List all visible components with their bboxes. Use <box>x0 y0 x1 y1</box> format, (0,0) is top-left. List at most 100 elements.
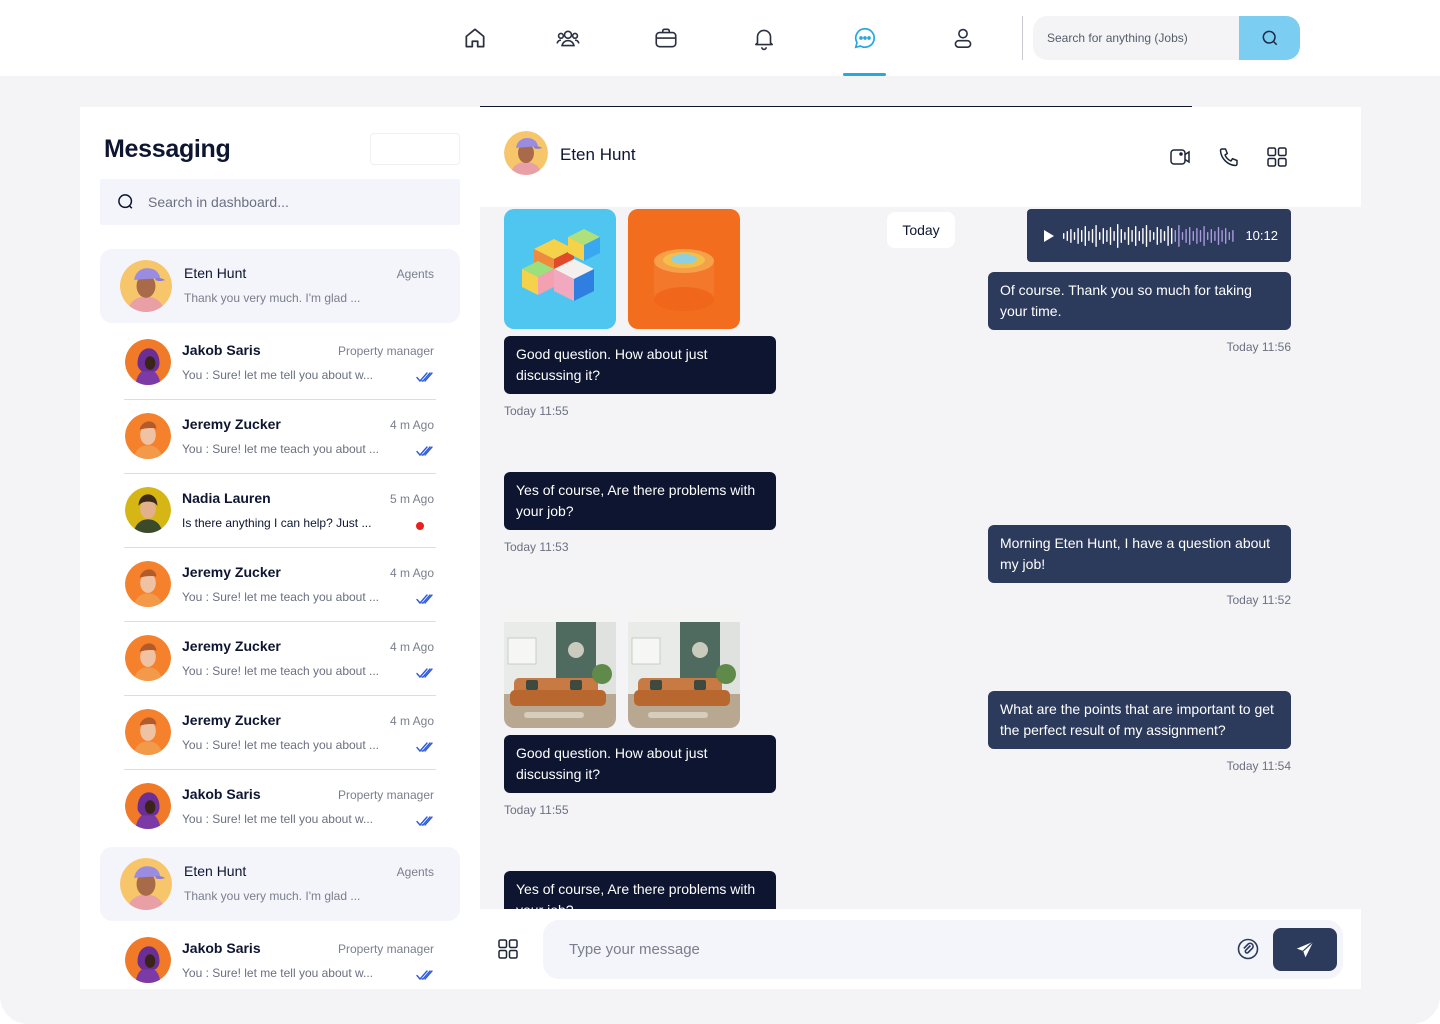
conversation-name: Jeremy Zucker <box>182 712 281 728</box>
incoming-message: Yes of course, Are there problems with y… <box>504 871 776 909</box>
conversation-meta: 4 m Ago <box>389 640 434 654</box>
conversation-item[interactable]: Eten Hunt Agents Thank you very much. I'm … <box>100 847 460 921</box>
more-options-button[interactable] <box>1263 143 1291 171</box>
incoming-message: Yes of course, Are there problems with y… <box>504 472 776 530</box>
waveform-bar <box>1145 225 1148 247</box>
contact-avatar[interactable] <box>504 131 548 175</box>
waveform-bar <box>1084 226 1086 246</box>
read-receipt-icon <box>416 740 434 758</box>
message-composer <box>480 909 1361 989</box>
outgoing-message: Of course. Thank you so much for taking … <box>988 272 1291 330</box>
send-button[interactable] <box>1273 928 1337 971</box>
conversation-meta: Agents <box>396 865 434 879</box>
conversation-meta: 4 m Ago <box>389 566 434 580</box>
read-receipt-icon <box>416 444 434 462</box>
nav-divider <box>1022 16 1023 60</box>
waveform-bar <box>1153 232 1155 240</box>
conversation-divider <box>124 399 436 400</box>
read-receipt-icon <box>416 814 434 832</box>
cylinder-image <box>628 209 740 329</box>
conversation-item[interactable]: Jakob Saris Property manager You : Sure! l… <box>100 326 460 400</box>
home-icon[interactable] <box>453 18 497 58</box>
conversation-item[interactable]: Jeremy Zucker 4 m Ago You : Sure! let me t… <box>100 695 460 770</box>
message-image[interactable] <box>504 608 616 728</box>
chat-icon[interactable] <box>843 18 887 58</box>
conversation-item[interactable]: Jeremy Zucker 4 m Ago You : Sure! let me t… <box>100 547 460 622</box>
conversation-item[interactable]: Jeremy Zucker 4 m Ago You : Sure! let me t… <box>100 399 460 474</box>
active-tab-indicator <box>843 73 886 76</box>
phone-call-button[interactable] <box>1215 143 1243 171</box>
dashboard-search-input[interactable] <box>148 179 448 225</box>
app-frame: Messaging Eten Hunt Agents Thank you very … <box>0 0 1440 1024</box>
bell-icon[interactable] <box>742 18 786 58</box>
day-separator: Today <box>887 212 955 248</box>
conversation-name: Nadia Lauren <box>182 490 271 506</box>
message-timestamp: Today 11:53 <box>504 540 569 554</box>
message-image[interactable] <box>628 209 740 329</box>
conversation-item[interactable]: Jakob Saris Property manager You : Sure! l… <box>100 769 460 844</box>
waveform-bar <box>1138 231 1140 241</box>
conversation-item[interactable]: Eten Hunt Agents Thank you very much. I'm … <box>100 249 460 323</box>
avatar <box>125 413 171 459</box>
conversation-name: Jakob Saris <box>182 342 261 358</box>
conversation-preview: Thank you very much. I'm glad ... <box>184 291 361 305</box>
waveform-bar <box>1063 233 1065 239</box>
voice-message: 10:12 <box>1027 209 1291 262</box>
apps-grid-icon[interactable] <box>496 937 520 961</box>
waveform-bar <box>1174 230 1176 242</box>
incoming-message: Good question. How about just discussing… <box>504 336 776 394</box>
global-search-button[interactable] <box>1239 16 1300 60</box>
message-thread: Today 10:12 Good question. How about jus… <box>480 207 1361 909</box>
conversation-item[interactable]: Jeremy Zucker 4 m Ago You : Sure! let me t… <box>100 621 460 696</box>
waveform-bar <box>1106 230 1108 242</box>
waveform-bar <box>1232 230 1234 242</box>
waveform-bar <box>1171 228 1173 244</box>
waveform-bar <box>1181 232 1184 240</box>
voice-duration: 10:12 <box>1245 228 1278 243</box>
waveform-bar <box>1221 230 1223 242</box>
waveform-bar <box>1099 232 1101 240</box>
waveform-bar <box>1091 229 1094 243</box>
waveform-bar <box>1127 227 1130 245</box>
message-timestamp: Today 11:56 <box>1226 340 1292 354</box>
chat-header: Eten Hunt <box>480 107 1361 207</box>
conversation-name: Jeremy Zucker <box>182 416 281 432</box>
waveform-bar <box>1196 228 1198 244</box>
avatar <box>125 783 171 829</box>
waveform-bar <box>1199 230 1202 242</box>
conversation-divider <box>124 547 436 548</box>
conversation-name: Jakob Saris <box>182 940 261 956</box>
attachment-icon[interactable] <box>1236 937 1260 961</box>
video-call-button[interactable] <box>1166 143 1194 171</box>
user-icon[interactable] <box>941 18 985 58</box>
conversation-divider <box>124 695 436 696</box>
conversation-preview: You : Sure! let me teach you about ... <box>182 442 380 456</box>
message-image[interactable] <box>504 209 616 329</box>
conversation-item[interactable]: Jakob Saris Property manager You : Sure! l… <box>100 924 460 989</box>
waveform-bar <box>1113 231 1115 241</box>
audio-waveform[interactable] <box>1063 223 1239 249</box>
conversation-divider <box>124 473 436 474</box>
read-receipt-icon <box>416 666 434 684</box>
contact-name: Eten Hunt <box>560 145 636 164</box>
global-search-input[interactable] <box>1033 16 1239 60</box>
message-image[interactable] <box>628 608 740 728</box>
conversation-item[interactable]: Nadia Lauren 5 m Ago Is there anything I c… <box>100 473 460 548</box>
global-search <box>1033 16 1300 60</box>
conversation-name: Jeremy Zucker <box>182 638 281 654</box>
conversation-preview: Thank you very much. I'm glad ... <box>184 889 361 903</box>
top-navigation <box>0 0 1440 76</box>
conversation-preview: You : Sure! let me teach you about ... <box>182 664 380 678</box>
conversation-name: Jakob Saris <box>182 786 261 802</box>
message-input[interactable] <box>569 920 1209 979</box>
avatar <box>125 635 171 681</box>
play-icon[interactable] <box>1043 229 1055 243</box>
living-room-image <box>504 608 616 728</box>
waveform-bar <box>1142 228 1144 244</box>
waveform-bar <box>1185 229 1187 243</box>
people-icon[interactable] <box>546 18 590 58</box>
conversation-preview: You : Sure! let me teach you about ... <box>182 590 380 604</box>
briefcase-icon[interactable] <box>644 18 688 58</box>
message-input-wrapper <box>543 920 1343 979</box>
outgoing-message: Morning Eten Hunt, I have a question abo… <box>988 525 1291 583</box>
